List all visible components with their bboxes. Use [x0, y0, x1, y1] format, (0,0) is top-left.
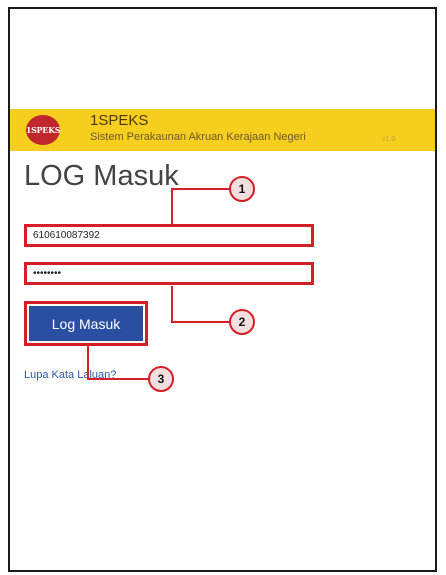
- leader-line-3: [87, 346, 148, 380]
- leader-line-1: [171, 188, 229, 224]
- leader-line-2: [171, 286, 229, 323]
- callout-badge-3: 3: [148, 366, 174, 392]
- callout-leader-lines: [87, 188, 229, 380]
- callout-badge-2: 2: [229, 309, 255, 335]
- callout-badge-1: 1: [229, 176, 255, 202]
